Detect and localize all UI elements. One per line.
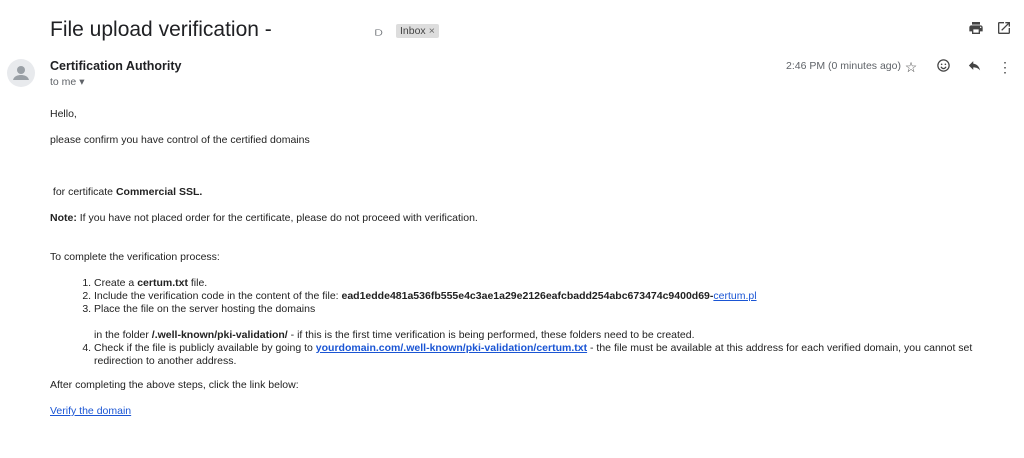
recipient-text: to me [50,76,77,88]
email-subject: File upload verification - [50,18,272,41]
print-icon[interactable] [967,20,985,38]
after-steps: After completing the above steps, click … [50,379,299,391]
greeting: Hello, [50,108,77,120]
list-item: Create a certum.txt file. [94,277,1020,290]
certificate-line: for certificate Commercial SSL. [50,186,1020,212]
note-text: If you have not placed order for the cer… [76,212,478,224]
certificate-name: Commercial SSL. [115,186,203,198]
remove-label-icon[interactable]: × [429,25,435,37]
email-body: Hello, please confirm you have control o… [50,108,1020,418]
certum-link[interactable]: certum.pl [713,290,756,302]
more-options-icon[interactable]: ⋮ [996,58,1014,76]
recipient-details[interactable]: to me ▾ [50,76,84,88]
folder-path: /.well-known/pki-validation/ [151,329,288,341]
inbox-label-chip[interactable]: Inbox × [396,24,439,38]
steps-list: Create a certum.txt file. Include the ve… [50,277,1020,329]
label-text: Inbox [400,25,426,37]
note: Note: If you have not placed order for t… [50,212,1020,251]
list-item: Include the verification code in the con… [94,290,1020,303]
sender-name[interactable]: Certification Authority [50,59,181,73]
open-in-new-window-icon[interactable] [995,20,1013,38]
list-item: Place the file on the server hosting the… [94,303,1020,329]
chevron-down-icon[interactable]: ▾ [79,76,84,88]
note-label: Note: [50,212,77,224]
message-time: 2:46 PM (0 minutes ago) [786,60,901,72]
person-icon [13,66,29,80]
star-icon[interactable]: ☆ [902,58,920,76]
verify-domain-link[interactable]: Verify the domain [50,405,131,417]
cert-prefix: for certificate [50,186,116,198]
reply-icon[interactable] [965,58,983,76]
folder-line: in the folder /.well-known/pki-validatio… [94,329,695,341]
list-item: Check if the file is publicly available … [94,342,1020,368]
importance-marker-icon[interactable]: ⫐ [375,24,383,40]
verify-line: Verify the domain [50,405,1020,418]
body-line: please confirm you have control of the c… [50,134,310,146]
emoji-icon[interactable] [934,58,952,76]
steps-list-continued: Check if the file is publicly available … [50,342,1020,368]
check-url-link[interactable]: yourdomain.com/.well-known/pki-validatio… [316,342,587,354]
verification-code: ead1edde481a536fb555e4c3ae1a29e2126eafcb… [341,290,714,302]
sender-avatar[interactable] [7,59,35,87]
steps-intro: To complete the verification process: [50,251,220,263]
